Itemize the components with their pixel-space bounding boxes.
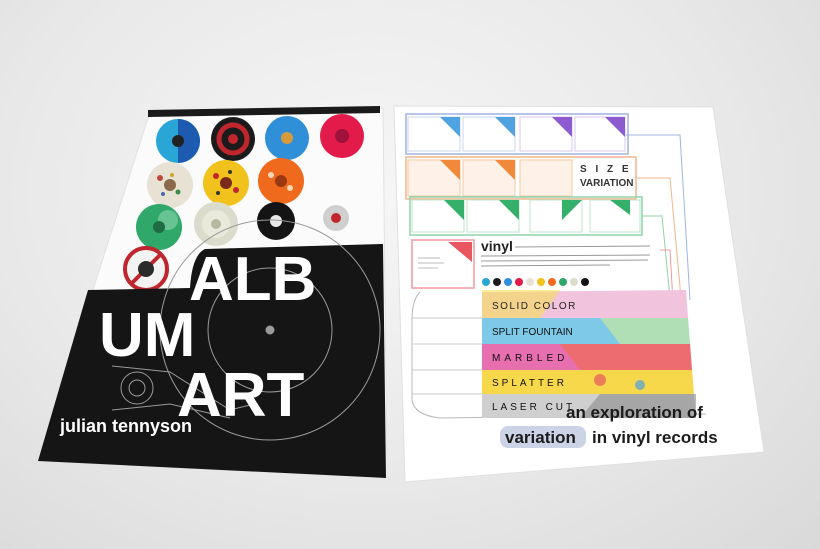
size-heading: S I Z E <box>580 164 632 175</box>
record-icon <box>320 114 364 158</box>
band-label-splatter: SPLATTER <box>492 378 567 389</box>
album-title-line2: UM <box>99 301 195 370</box>
author-name: julian tennyson <box>59 416 192 436</box>
size-subheading: VARIATION <box>580 178 634 189</box>
band-label-marbled: MARBLED <box>492 353 568 364</box>
album-title-line1: ALB <box>189 245 316 314</box>
vinyl-variation-poster: S I Z E VARIATION vinyl SOLID COLOR SPLI… <box>393 105 765 483</box>
tagline-line2: in vinyl records <box>592 428 718 447</box>
record-icon <box>211 117 255 161</box>
band-label-split-fountain: SPLIT FOUNTAIN <box>492 327 573 338</box>
vinyl-type-bands: SOLID COLOR SPLIT FOUNTAIN MARBLED SPLAT… <box>482 290 696 418</box>
record-icon <box>136 204 182 250</box>
record-icon <box>265 116 309 160</box>
tagline-highlight-word: variation <box>505 428 576 447</box>
record-icon <box>257 202 295 240</box>
record-icon <box>203 160 249 206</box>
band-label-solid-color: SOLID COLOR <box>492 301 577 312</box>
record-icon <box>323 205 349 231</box>
vinyl-heading: vinyl <box>481 238 513 254</box>
record-icon <box>194 202 238 246</box>
album-title-line3: ART <box>177 361 305 430</box>
tagline-line1: an exploration of <box>566 403 703 422</box>
record-icon <box>156 119 200 163</box>
record-icon <box>147 162 193 208</box>
album-art-poster: ALB UM ART julian tennyson <box>37 106 388 479</box>
band-label-laser-cut: LASER CUT <box>492 402 575 413</box>
photo-scene: ALB UM ART julian tennyson S I Z E VARIA… <box>37 105 765 483</box>
record-icon <box>258 158 304 204</box>
no-record-icon <box>123 246 169 292</box>
